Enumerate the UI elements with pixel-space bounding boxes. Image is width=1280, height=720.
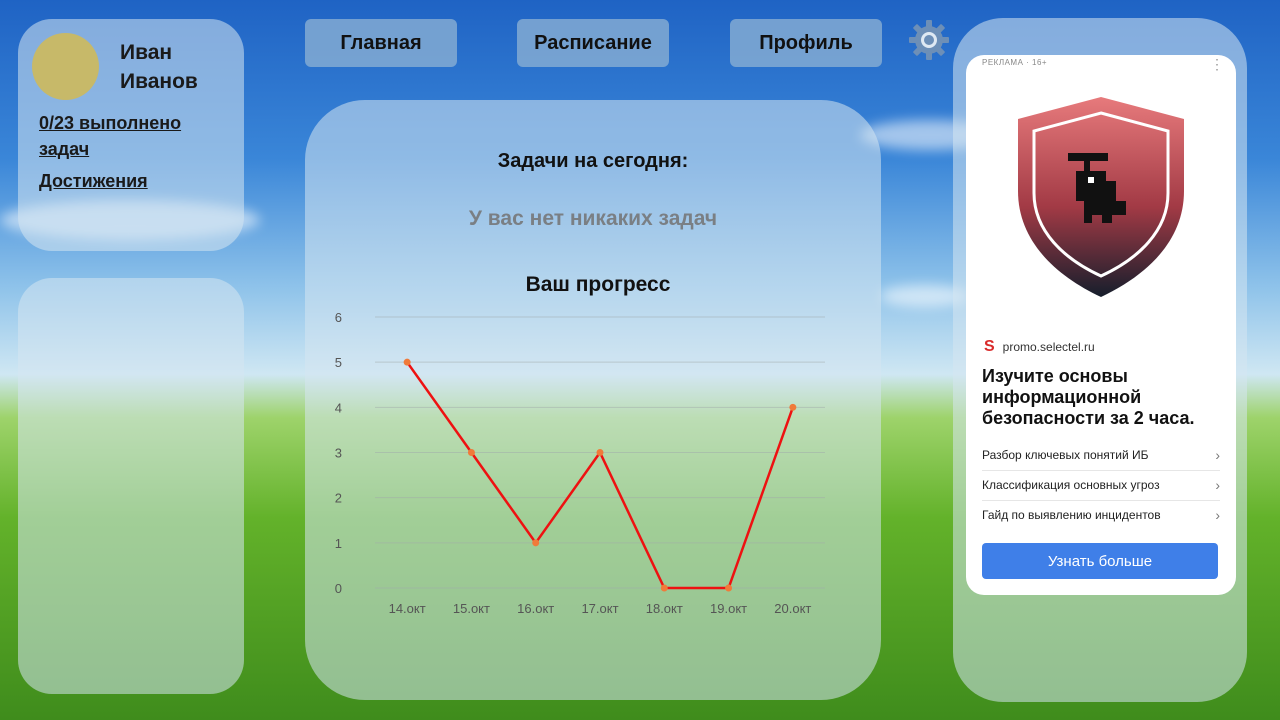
ad-list-item[interactable]: Разбор ключевых понятий ИБ › [982, 440, 1220, 471]
data-point [789, 403, 797, 411]
ad-source[interactable]: S promo.selectel.ru [984, 338, 1095, 356]
x-tick-label: 15.окт [453, 601, 490, 616]
nav-schedule-button[interactable]: Расписание [517, 19, 669, 67]
ad-menu-icon[interactable]: ⋮ [1210, 57, 1224, 71]
y-tick-label: 3 [335, 446, 342, 461]
tasks-done-link[interactable]: 0/23 выполнено задач [39, 110, 229, 162]
y-tick-label: 2 [335, 491, 342, 506]
data-point [660, 584, 668, 592]
x-tick-label: 14.окт [389, 601, 426, 616]
y-tick-label: 6 [335, 310, 342, 325]
progress-series-line [406, 361, 795, 590]
x-tick-label: 20.окт [774, 601, 811, 616]
user-name: Иван Иванов [120, 41, 198, 93]
chevron-right-icon: › [1215, 507, 1220, 523]
ad-list-item[interactable]: Классификация основных угроз › [982, 470, 1220, 501]
avatar[interactable] [32, 33, 99, 100]
x-tick-label: 18.окт [646, 601, 683, 616]
data-point [725, 584, 733, 592]
chevron-right-icon: › [1215, 447, 1220, 463]
shield-logo [1018, 97, 1184, 297]
y-tick-label: 5 [335, 355, 342, 370]
ad-list-item-label: Гайд по выявлению инцидентов [982, 508, 1161, 522]
ad-headline[interactable]: Изучите основы информационной безопаснос… [982, 366, 1222, 429]
ad-list-item-label: Классификация основных угроз [982, 478, 1160, 492]
selectel-logo-icon: S [984, 338, 995, 355]
data-point [403, 358, 411, 366]
x-tick-label: 19.окт [710, 601, 747, 616]
chevron-right-icon: › [1215, 477, 1220, 493]
no-tasks-message: У вас нет никаких задач [468, 207, 718, 230]
ad-card[interactable]: РЕКЛАМА · 16+ ⋮ S promo.selectel.ru Изуч… [966, 55, 1236, 595]
data-point [467, 449, 475, 456]
y-tick-label: 0 [335, 581, 342, 596]
progress-chart: 0 1 2 3 4 5 6 14.окт 15.окт 16.окт 17.окт 18.окт 19.… [335, 310, 825, 616]
learn-more-button[interactable]: Узнать больше [982, 543, 1218, 579]
y-tick-label: 1 [335, 536, 342, 551]
progress-title: Ваш прогресс [525, 273, 671, 296]
y-tick-label: 4 [335, 400, 342, 415]
ad-source-text: promo.selectel.ru [1002, 340, 1095, 354]
ad-label: РЕКЛАМА · 16+ [982, 58, 1048, 67]
data-point [596, 449, 604, 456]
nav-profile-button[interactable]: Профиль [730, 19, 882, 67]
data-point [532, 539, 540, 547]
achievements-link[interactable]: Достижения [39, 171, 148, 192]
left-empty-panel [18, 278, 244, 694]
tasks-title: Задачи на сегодня: [497, 150, 689, 172]
ad-list-item-label: Разбор ключевых понятий ИБ [982, 448, 1149, 462]
ad-list-item[interactable]: Гайд по выявлению инцидентов › [982, 500, 1220, 530]
x-tick-label: 16.окт [517, 601, 554, 616]
nav-home-button[interactable]: Главная [305, 19, 457, 67]
x-tick-label: 17.окт [581, 601, 618, 616]
gear-icon[interactable] [906, 17, 952, 63]
